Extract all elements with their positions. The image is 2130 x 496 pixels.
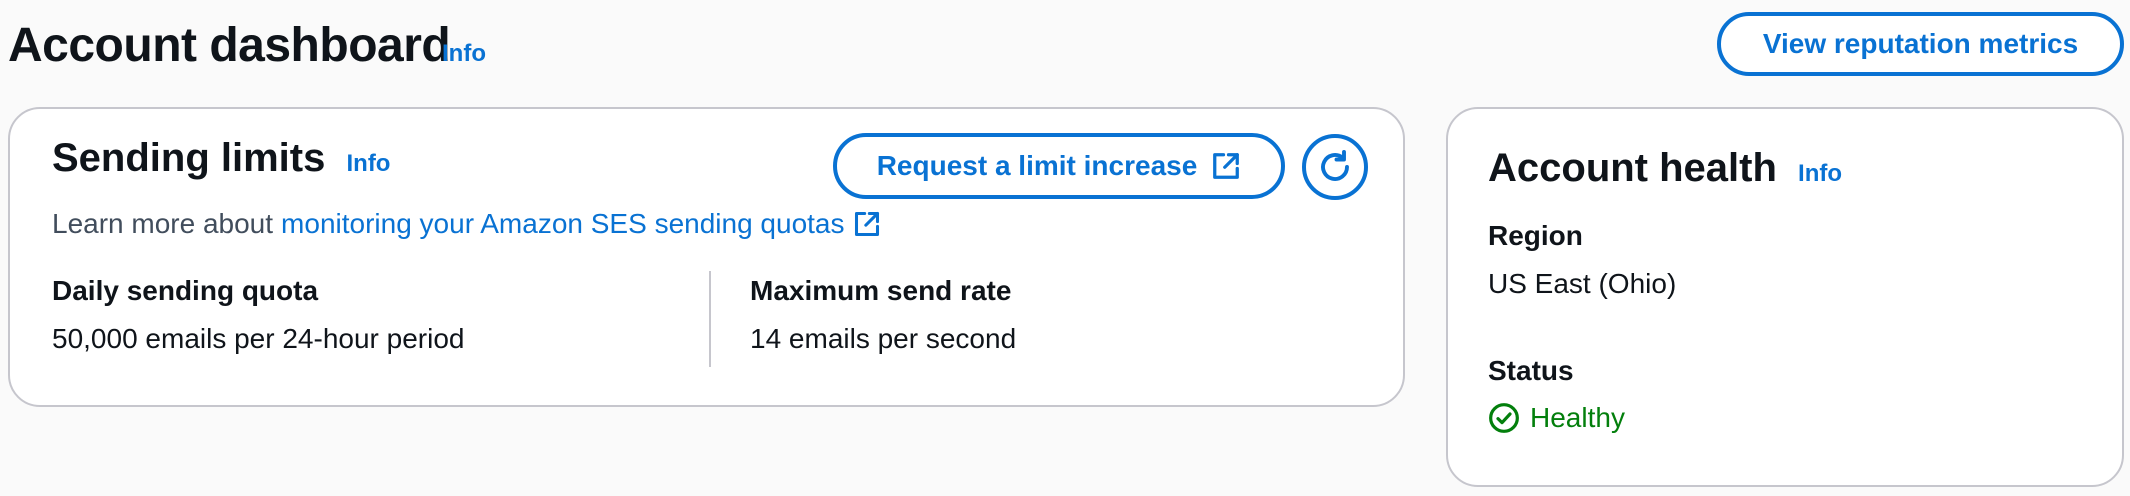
daily-quota-value: 50,000 emails per 24-hour period bbox=[52, 323, 465, 354]
sending-limits-card: Sending limits Info Request a limit incr… bbox=[8, 107, 1405, 407]
check-circle-icon bbox=[1488, 402, 1520, 434]
view-reputation-metrics-label: View reputation metrics bbox=[1762, 28, 2079, 59]
region-value: US East (Ohio) bbox=[1488, 268, 1677, 299]
status-label: Status bbox=[1488, 355, 1574, 386]
account-health-card: Account health Info Region US East (Ohio… bbox=[1446, 107, 2124, 487]
sending-quotas-link[interactable]: monitoring your Amazon SES sending quota… bbox=[281, 207, 880, 241]
page-title-info-link[interactable]: Info bbox=[442, 40, 486, 68]
sending-limits-title: Sending limits Info bbox=[52, 135, 390, 187]
account-health-title-text: Account health bbox=[1488, 146, 1777, 190]
region-label: Region bbox=[1488, 220, 1583, 251]
status-indicator: Healthy bbox=[1488, 401, 1625, 435]
refresh-icon bbox=[1317, 149, 1353, 185]
learn-more-prefix: Learn more about bbox=[52, 208, 274, 239]
column-divider bbox=[709, 271, 711, 367]
sending-quotas-link-text: monitoring your Amazon SES sending quota… bbox=[281, 208, 845, 239]
max-send-rate-value: 14 emails per second bbox=[750, 323, 1017, 354]
page-title: Account dashboard bbox=[8, 19, 451, 72]
view-reputation-metrics-button[interactable]: View reputation metrics bbox=[1717, 12, 2124, 76]
refresh-button[interactable] bbox=[1302, 134, 1368, 200]
account-health-info-link[interactable]: Info bbox=[1798, 160, 1842, 187]
request-limit-increase-button[interactable]: Request a limit increase bbox=[833, 133, 1285, 199]
max-send-rate-label: Maximum send rate bbox=[750, 275, 1012, 306]
status-value: Healthy bbox=[1530, 402, 1625, 433]
sending-limits-title-text: Sending limits bbox=[52, 136, 326, 180]
daily-quota-label: Daily sending quota bbox=[52, 275, 319, 306]
external-link-icon bbox=[853, 210, 881, 238]
sending-limits-info-link[interactable]: Info bbox=[346, 150, 390, 177]
account-health-title: Account health Info bbox=[1488, 145, 1842, 197]
external-link-icon bbox=[1211, 151, 1241, 181]
learn-more-text: Learn more about monitoring your Amazon … bbox=[52, 207, 881, 241]
request-limit-increase-label: Request a limit increase bbox=[876, 150, 1198, 181]
